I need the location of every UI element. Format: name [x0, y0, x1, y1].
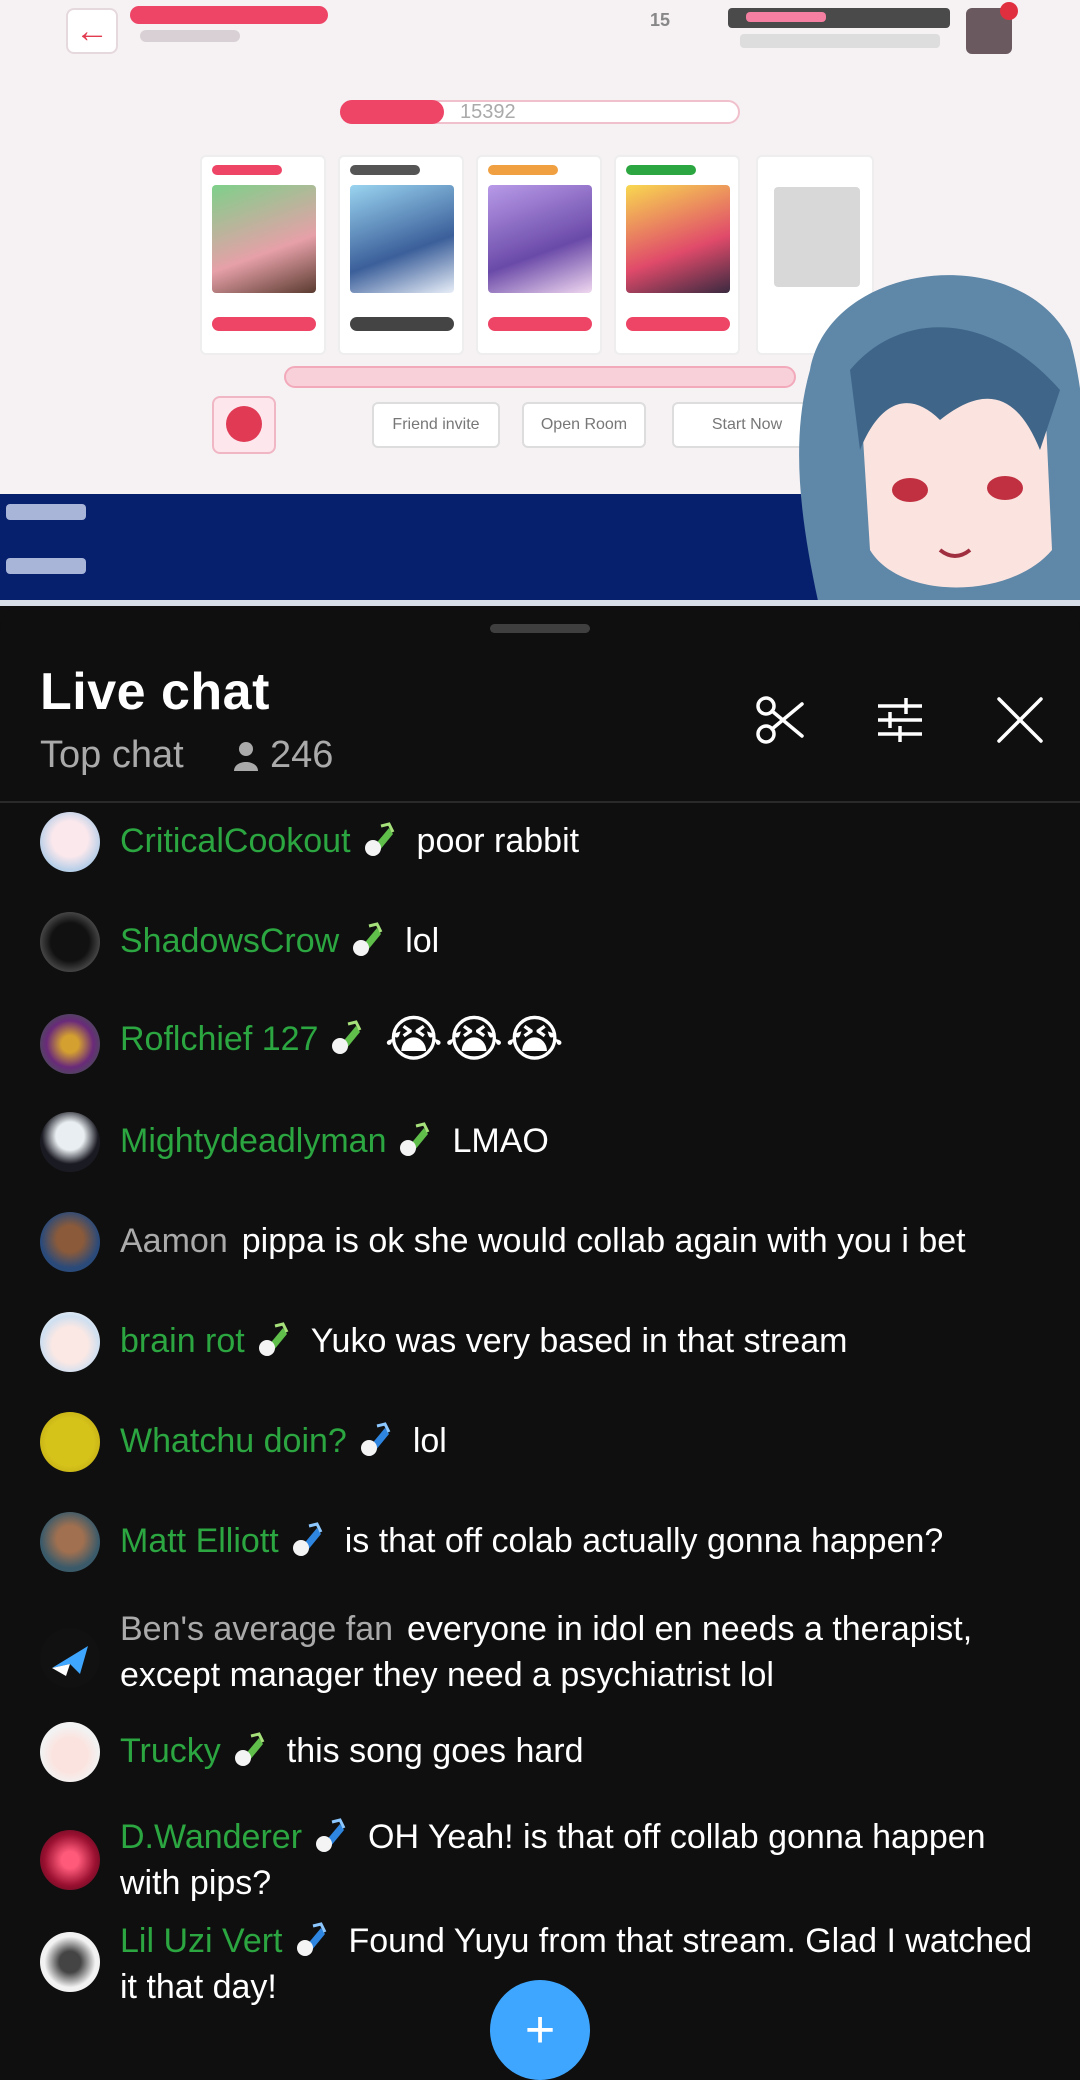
card-label [488, 165, 558, 175]
author-name[interactable]: Whatchu doin? [120, 1422, 347, 1460]
character-portrait [488, 185, 592, 293]
author-name[interactable]: Roflchief 127 [120, 1020, 318, 1058]
header-divider [0, 801, 1080, 803]
author-name[interactable]: Trucky [120, 1732, 221, 1770]
open-room-button: Open Room [522, 402, 646, 448]
member-card [338, 155, 464, 355]
character-portrait [212, 185, 316, 293]
author-name[interactable]: ShadowsCrow [120, 922, 339, 960]
add-button[interactable]: + [490, 1980, 590, 2080]
member-badge-icon [234, 1732, 265, 1766]
chat-message-list[interactable]: CriticalCookout poor rabbit ShadowsCrow lo… [0, 804, 1080, 2022]
live-chat-panel: Live chat Top chat 246 CriticalCookout p… [0, 606, 1080, 2080]
room-progress-bar [284, 366, 796, 388]
member-badge-icon [400, 1122, 430, 1156]
close-chat-button[interactable] [988, 688, 1052, 752]
message-text: is that off colab actually gonna happen? [344, 1522, 944, 1560]
game-rank: 15 [649, 10, 671, 30]
vtuber-avatar [799, 275, 1080, 600]
card-bar [350, 317, 454, 331]
member-badge-icon [353, 922, 383, 956]
viewer-count: 246 [232, 734, 333, 777]
game-top-bar: ← 15 [0, 0, 1080, 60]
chat-settings-button[interactable] [868, 688, 932, 752]
author-name[interactable]: brain rot [120, 1322, 245, 1360]
message-text: lol [412, 1422, 447, 1460]
member-badge-icon [296, 1922, 326, 1956]
member-badge-icon [292, 1522, 323, 1556]
card-label [626, 165, 696, 175]
author-name[interactable]: Lil Uzi Vert [120, 1922, 283, 1960]
message-text: LMAO [452, 1122, 549, 1160]
room-number: 15392 [460, 101, 516, 123]
avatar [40, 1312, 100, 1372]
card-bar [626, 317, 730, 331]
member-card [614, 155, 740, 355]
member-badge-icon [316, 1818, 346, 1852]
member-badge-icon [332, 1020, 362, 1054]
drag-handle[interactable] [490, 624, 590, 633]
member-badge-icon [360, 1422, 391, 1456]
card-bar [488, 317, 592, 331]
plane-icon [52, 1646, 88, 1676]
overlay-item [6, 558, 86, 574]
game-name-bar [130, 6, 328, 24]
card-bar [212, 317, 316, 331]
filter-icon [878, 698, 922, 742]
avatar [40, 1722, 100, 1782]
member-badge-icon [258, 1322, 289, 1356]
chat-mode-selector[interactable]: Top chat [40, 734, 184, 777]
game-name-sub [140, 30, 240, 42]
game-stat-fill [746, 12, 826, 22]
viewer-count-value: 246 [270, 734, 334, 776]
message-text: this song goes hard [286, 1732, 584, 1770]
game-currency-bar [740, 34, 940, 48]
avatar [40, 1112, 100, 1172]
person-icon [234, 741, 258, 771]
member-card [200, 155, 326, 355]
avatar [40, 1512, 100, 1572]
friend-invite-button: Friend invite [372, 402, 500, 448]
author-name[interactable]: D.Wanderer [120, 1818, 302, 1856]
avatar [40, 812, 100, 872]
author-name[interactable]: Ben's average fan [120, 1610, 393, 1648]
avatar [40, 912, 100, 972]
message-text: Yuko was very based in that stream [310, 1322, 848, 1360]
avatar [40, 1628, 100, 1688]
avatar [40, 1212, 100, 1272]
card-label [212, 165, 282, 175]
author-name[interactable]: Mightydeadlyman [120, 1122, 386, 1160]
character-portrait [626, 185, 730, 293]
close-icon [997, 697, 1043, 743]
message-text: lol [405, 922, 440, 960]
avatar [40, 1412, 100, 1472]
member-badge-icon [364, 822, 394, 856]
game-back-arrow-icon: ← [66, 8, 118, 54]
message-text: pippa is ok she would collab again with … [241, 1222, 966, 1260]
scissors-icon [756, 696, 804, 744]
clip-button[interactable] [748, 688, 812, 752]
avatar [40, 1014, 100, 1074]
card-label [350, 165, 420, 175]
member-card [476, 155, 602, 355]
author-name[interactable]: Matt Elliott [120, 1522, 279, 1560]
message-text: 😭😭😭 [384, 1011, 566, 1067]
video-player[interactable]: ← 15 15392 Friend invite Open Room Start… [0, 0, 1080, 600]
message-text: poor rabbit [416, 822, 580, 860]
character-portrait [350, 185, 454, 293]
avatar [40, 1932, 100, 1992]
author-name[interactable]: CriticalCookout [120, 822, 351, 860]
stamp-icon [226, 406, 262, 442]
room-tag [340, 100, 444, 124]
avatar [40, 1830, 100, 1890]
chat-title: Live chat [40, 663, 270, 721]
game-notification-dot [1000, 2, 1018, 20]
overlay-item [6, 504, 86, 520]
author-name[interactable]: Aamon [120, 1222, 228, 1260]
